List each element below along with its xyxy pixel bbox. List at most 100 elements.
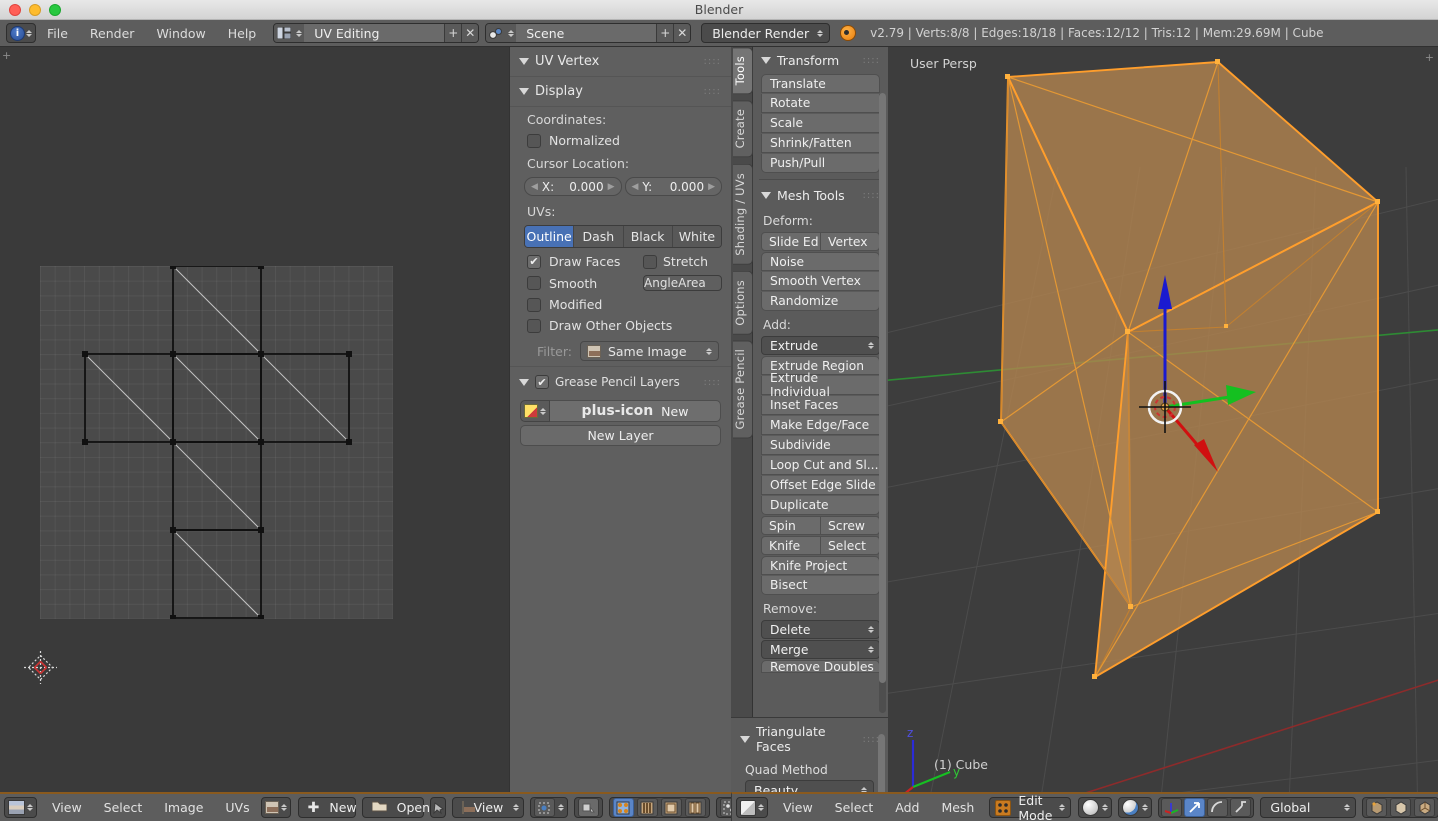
tab-options[interactable]: Options	[733, 270, 753, 335]
open-image-button[interactable]: Open	[361, 797, 430, 818]
checkbox-row-draw-other-objects[interactable]: Draw Other Objects	[510, 315, 731, 336]
mesh-visibility-group[interactable]	[1362, 797, 1438, 818]
dropdown-merge[interactable]: Merge	[761, 640, 880, 659]
tool-bisect[interactable]: Bisect	[761, 576, 880, 595]
uv-menu-view[interactable]: View	[41, 797, 93, 818]
pin-icon[interactable]	[429, 797, 446, 818]
tool-shelf-scrollbar[interactable]	[879, 93, 886, 713]
editor-type-selector-info[interactable]: i	[6, 23, 36, 43]
screen-layout-value[interactable]: UV Editing	[304, 24, 445, 42]
vp-menu-mesh[interactable]: Mesh	[930, 797, 985, 818]
checkbox-row-modified[interactable]: Modified	[510, 294, 731, 315]
scene-shading-selector[interactable]	[1118, 797, 1153, 818]
snap-to-pixels-toggle[interactable]	[573, 797, 603, 818]
uv-pivot-selector[interactable]	[529, 797, 568, 818]
panel-header-transform[interactable]: Transform ::::	[753, 47, 888, 73]
tab-shading-uvs[interactable]: Shading / UVs	[733, 163, 753, 265]
manipulator-toggle-group[interactable]	[1158, 797, 1255, 818]
viewport-shading-selector[interactable]	[1078, 797, 1113, 818]
tool-knife[interactable]: Knife	[761, 536, 821, 555]
tool-push-pull[interactable]: Push/Pull	[761, 154, 880, 173]
axis-icon[interactable]	[1161, 798, 1183, 817]
screen-layout-selector[interactable]: UV Editing + ✕	[273, 23, 480, 43]
scale-manipulator-icon[interactable]	[1230, 798, 1252, 817]
rotate-manipulator-icon[interactable]	[1207, 798, 1229, 817]
uv-menu-select[interactable]: Select	[93, 797, 154, 818]
uv-menu-image[interactable]: Image	[153, 797, 214, 818]
tool-slide-edge[interactable]: Slide Ed	[761, 232, 821, 251]
vp-menu-view[interactable]: View	[772, 797, 824, 818]
chevron-left-icon[interactable]: ◀	[531, 182, 538, 192]
snap-cursor-icon[interactable]	[577, 798, 599, 817]
tab-grease-pencil[interactable]: Grease Pencil	[733, 340, 753, 439]
tab-tools[interactable]: Tools	[733, 47, 753, 95]
occlude-icon[interactable]	[1390, 798, 1412, 817]
uv-style-dash[interactable]: Dash	[574, 226, 624, 247]
tool-knife-project[interactable]: Knife Project	[761, 556, 880, 575]
menu-render[interactable]: Render	[79, 24, 146, 43]
uv-style-white[interactable]: White	[672, 226, 721, 247]
interaction-mode-selector[interactable]: Edit Mode	[989, 793, 1072, 821]
limit-selection-icon[interactable]	[1366, 798, 1388, 817]
pivot-icon[interactable]	[533, 798, 555, 817]
new-image-button[interactable]: ✚ New	[297, 797, 357, 818]
checkbox-modified[interactable]	[527, 297, 541, 312]
uv-style-toggle-group[interactable]: Outline Dash Black White	[524, 225, 722, 248]
panel-header-display[interactable]: Display ::::	[510, 77, 731, 107]
tool-scale[interactable]: Scale	[761, 114, 880, 133]
menu-help[interactable]: Help	[217, 24, 268, 43]
cursor-x-field[interactable]: ◀ X: 0.000 ▶	[524, 177, 622, 196]
panel-header-triangulate-faces[interactable]: Triangulate Faces ::::	[731, 718, 888, 758]
tool-screw[interactable]: Screw	[821, 516, 880, 535]
filter-dropdown[interactable]: Same Image	[579, 341, 719, 361]
transform-orientation-dropdown[interactable]: Global	[1260, 797, 1357, 818]
scene-shading-icon[interactable]	[1122, 799, 1140, 816]
chevron-right-icon[interactable]: ▶	[608, 182, 615, 192]
tool-noise[interactable]: Noise	[761, 252, 880, 271]
uv-menu-uvs[interactable]: UVs	[214, 797, 260, 818]
chevron-right-icon[interactable]: ▶	[708, 182, 715, 192]
image-datablock-selector[interactable]	[260, 797, 291, 818]
dropdown-extrude[interactable]: Extrude	[761, 336, 880, 355]
uv-select-mode-island[interactable]	[684, 798, 706, 817]
uv-image-editor[interactable]: +	[0, 47, 509, 792]
uv-style-black[interactable]: Black	[623, 226, 673, 247]
new-grease-pencil-button[interactable]: plus-icon New	[550, 400, 721, 422]
stretch-mode-area[interactable]: Area	[678, 276, 706, 290]
tool-randomize[interactable]: Randomize	[761, 292, 880, 311]
tool-remove-doubles[interactable]: Remove Doubles	[761, 660, 880, 673]
stretch-mode-angle[interactable]: Angle	[644, 276, 678, 290]
tool-knife-select[interactable]: Select	[821, 536, 880, 555]
tool-make-edge-face[interactable]: Make Edge/Face	[761, 416, 880, 435]
scrollbar-thumb[interactable]	[879, 93, 886, 683]
checkbox-grease-pencil[interactable]	[535, 375, 549, 389]
tool-spin[interactable]: Spin	[761, 516, 821, 535]
tool-slide-vertex[interactable]: Vertex	[821, 232, 880, 251]
tool-duplicate[interactable]: Duplicate	[761, 496, 880, 515]
panel-header-grease-pencil[interactable]: Grease Pencil Layers ::::	[510, 366, 731, 396]
add-layout-button[interactable]: +	[444, 24, 462, 42]
tool-smooth-vertex[interactable]: Smooth Vertex	[761, 272, 880, 291]
new-layer-button[interactable]: New Layer	[520, 425, 721, 446]
uv-region-toggle-icon[interactable]: +	[2, 49, 11, 62]
3d-viewport[interactable]: + User Persp z y (1) Cube	[888, 47, 1438, 792]
tool-offset-edge-slide[interactable]: Offset Edge Slide	[761, 476, 880, 495]
uv-select-mode-group[interactable]	[608, 797, 710, 818]
stretch-mode-toggle[interactable]: Angle Area	[643, 275, 722, 291]
checkbox-stretch[interactable]	[643, 254, 657, 269]
tool-extrude-individual[interactable]: Extrude Individual	[761, 371, 880, 399]
uv-select-mode-face[interactable]	[660, 798, 682, 817]
tool-translate[interactable]: Translate	[761, 74, 880, 93]
uv-select-mode-vertex[interactable]	[612, 798, 634, 817]
checkbox-draw-other-objects[interactable]	[527, 318, 541, 333]
scene-value[interactable]: Scene	[516, 24, 657, 42]
delete-layout-button[interactable]: ✕	[461, 24, 479, 42]
uv-select-mode-edge[interactable]	[636, 798, 658, 817]
delete-scene-button[interactable]: ✕	[673, 24, 691, 42]
tool-rotate[interactable]: Rotate	[761, 94, 880, 113]
checkbox-row-normalized[interactable]: Normalized	[510, 130, 731, 151]
uv-editor-type-selector[interactable]	[4, 797, 37, 818]
scene-selector[interactable]: Scene + ✕	[485, 23, 692, 43]
tool-shrink-fatten[interactable]: Shrink/Fatten	[761, 134, 880, 153]
chevron-left-icon[interactable]: ◀	[632, 182, 639, 192]
